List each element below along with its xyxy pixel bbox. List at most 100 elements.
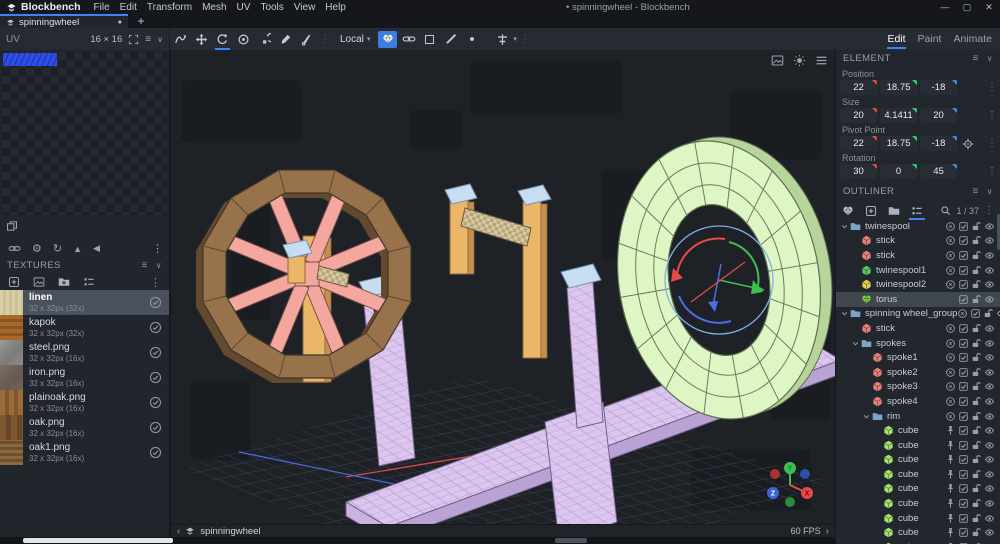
eye-icon[interactable] [984, 265, 995, 276]
export-toggle-icon[interactable] [945, 411, 956, 422]
menu-item[interactable]: UV [232, 2, 256, 13]
size-z-input[interactable]: 20 [920, 108, 957, 123]
pin-icon[interactable] [945, 527, 956, 538]
visibility-checkbox-icon[interactable] [958, 279, 969, 290]
eye-icon[interactable] [984, 338, 995, 349]
eye-icon[interactable] [984, 454, 995, 465]
maximize-button[interactable]: ▢ [956, 0, 978, 14]
outliner-row[interactable]: cube [836, 540, 1000, 544]
visibility-checkbox-icon[interactable] [958, 235, 969, 246]
eye-icon[interactable] [984, 513, 995, 524]
export-toggle-icon[interactable] [945, 323, 956, 334]
lock-icon[interactable] [971, 381, 982, 392]
pivot-target-icon[interactable] [962, 138, 974, 150]
visibility-checkbox-icon[interactable] [958, 250, 969, 261]
pivot-more-icon[interactable]: ⋮ [987, 138, 997, 149]
tab-edit[interactable]: Edit [887, 33, 905, 45]
lock-icon[interactable] [971, 323, 982, 334]
outliner-row[interactable]: rim [836, 409, 1000, 424]
menu-item[interactable]: View [289, 2, 321, 13]
eye-icon[interactable] [984, 294, 995, 305]
expand-chevron-icon[interactable] [851, 339, 861, 348]
lock-icon[interactable] [971, 454, 982, 465]
viewport-lighting-icon[interactable] [793, 54, 806, 67]
uv-frame-icon[interactable] [128, 34, 139, 45]
lock-icon[interactable] [971, 513, 982, 524]
eye-icon[interactable] [984, 527, 995, 538]
viewport-canvas[interactable] [171, 50, 835, 524]
export-toggle-icon[interactable] [945, 265, 956, 276]
lock-icon[interactable] [971, 411, 982, 422]
lock-icon[interactable] [971, 352, 982, 363]
visibility-checkbox-icon[interactable] [958, 323, 969, 334]
search-icon[interactable] [940, 205, 951, 216]
viewport-3d[interactable]: Y X Z [171, 50, 835, 524]
minimize-button[interactable]: — [934, 0, 956, 14]
lock-icon[interactable] [971, 440, 982, 451]
rotate-tool-button[interactable] [212, 29, 233, 49]
visibility-checkbox-icon[interactable] [958, 352, 969, 363]
pin-icon[interactable] [945, 498, 956, 509]
lock-icon[interactable] [971, 265, 982, 276]
create-texture-icon[interactable] [33, 276, 45, 288]
tab-paint[interactable]: Paint [918, 33, 942, 45]
menu-item[interactable]: Transform [142, 2, 197, 13]
outliner-more-icon[interactable]: ⋮ [984, 205, 994, 216]
menu-item[interactable]: Mesh [197, 2, 231, 13]
outliner-row[interactable]: spokes [836, 336, 1000, 351]
visibility-checkbox-icon[interactable] [958, 294, 969, 305]
position-y-input[interactable]: 18.75 [880, 80, 917, 95]
vertex-select-mode-button[interactable] [378, 31, 397, 48]
visibility-checkbox-icon[interactable] [958, 265, 969, 276]
outliner-menu-icon[interactable]: ≡ [972, 186, 978, 197]
eye-icon[interactable] [984, 483, 995, 494]
eye-icon[interactable] [984, 235, 995, 246]
position-more-icon[interactable]: ⋮ [987, 82, 997, 93]
size-more-icon[interactable]: ⋮ [987, 110, 997, 121]
uv-settings-icon[interactable]: ⚙ [32, 242, 42, 255]
export-toggle-icon[interactable] [945, 221, 956, 232]
export-toggle-icon[interactable] [945, 338, 956, 349]
expand-chevron-icon[interactable] [840, 222, 850, 231]
outliner-row[interactable]: torus [836, 292, 1000, 307]
move-tool-button[interactable] [191, 29, 212, 49]
eye-icon[interactable] [984, 425, 995, 436]
export-toggle-icon[interactable] [945, 235, 956, 246]
uv-selection-rect[interactable] [3, 53, 57, 66]
eye-icon[interactable] [984, 411, 995, 422]
visibility-checkbox-icon[interactable] [958, 367, 969, 378]
eye-icon[interactable] [984, 323, 995, 334]
add-group-button[interactable] [888, 205, 900, 217]
lock-icon[interactable] [983, 308, 994, 319]
export-toggle-icon[interactable] [945, 279, 956, 290]
outliner-row[interactable]: cube [836, 423, 1000, 438]
lock-icon[interactable] [971, 469, 982, 480]
eye-icon[interactable] [984, 367, 995, 378]
menu-item[interactable]: File [89, 2, 115, 13]
visibility-checkbox-icon[interactable] [958, 221, 969, 232]
knife-tool-button[interactable] [296, 29, 317, 49]
viewport-background-icon[interactable] [771, 54, 784, 67]
texture-enabled-check-icon[interactable] [149, 446, 162, 459]
pin-icon[interactable] [945, 454, 956, 465]
lock-icon[interactable] [971, 338, 982, 349]
texture-grid-icon[interactable] [83, 276, 95, 288]
twinespool-model[interactable] [445, 184, 551, 358]
texture-enabled-check-icon[interactable] [149, 421, 162, 434]
outliner-row[interactable]: stick [836, 321, 1000, 336]
outliner-row[interactable]: spoke3 [836, 380, 1000, 395]
position-x-input[interactable]: 22 [840, 80, 877, 95]
lock-icon[interactable] [971, 527, 982, 538]
outliner-row[interactable]: spoke2 [836, 365, 1000, 380]
size-y-input[interactable]: 4.1411 [880, 108, 917, 123]
outliner-row[interactable]: twinespool1 [836, 263, 1000, 278]
outliner-view-toggle[interactable] [911, 205, 923, 217]
axis-orientation-gizmo[interactable]: Y X Z [763, 460, 817, 510]
eye-icon[interactable] [984, 352, 995, 363]
visibility-checkbox-icon[interactable] [958, 513, 969, 524]
lock-icon[interactable] [971, 498, 982, 509]
texture-row[interactable]: iron.png 32 x 32px (16x) [0, 365, 169, 390]
menu-item[interactable]: Help [320, 2, 351, 13]
viewport-scrollbar-thumb[interactable] [555, 538, 587, 543]
texture-row[interactable]: oak.png 32 x 32px (16x) [0, 415, 169, 440]
